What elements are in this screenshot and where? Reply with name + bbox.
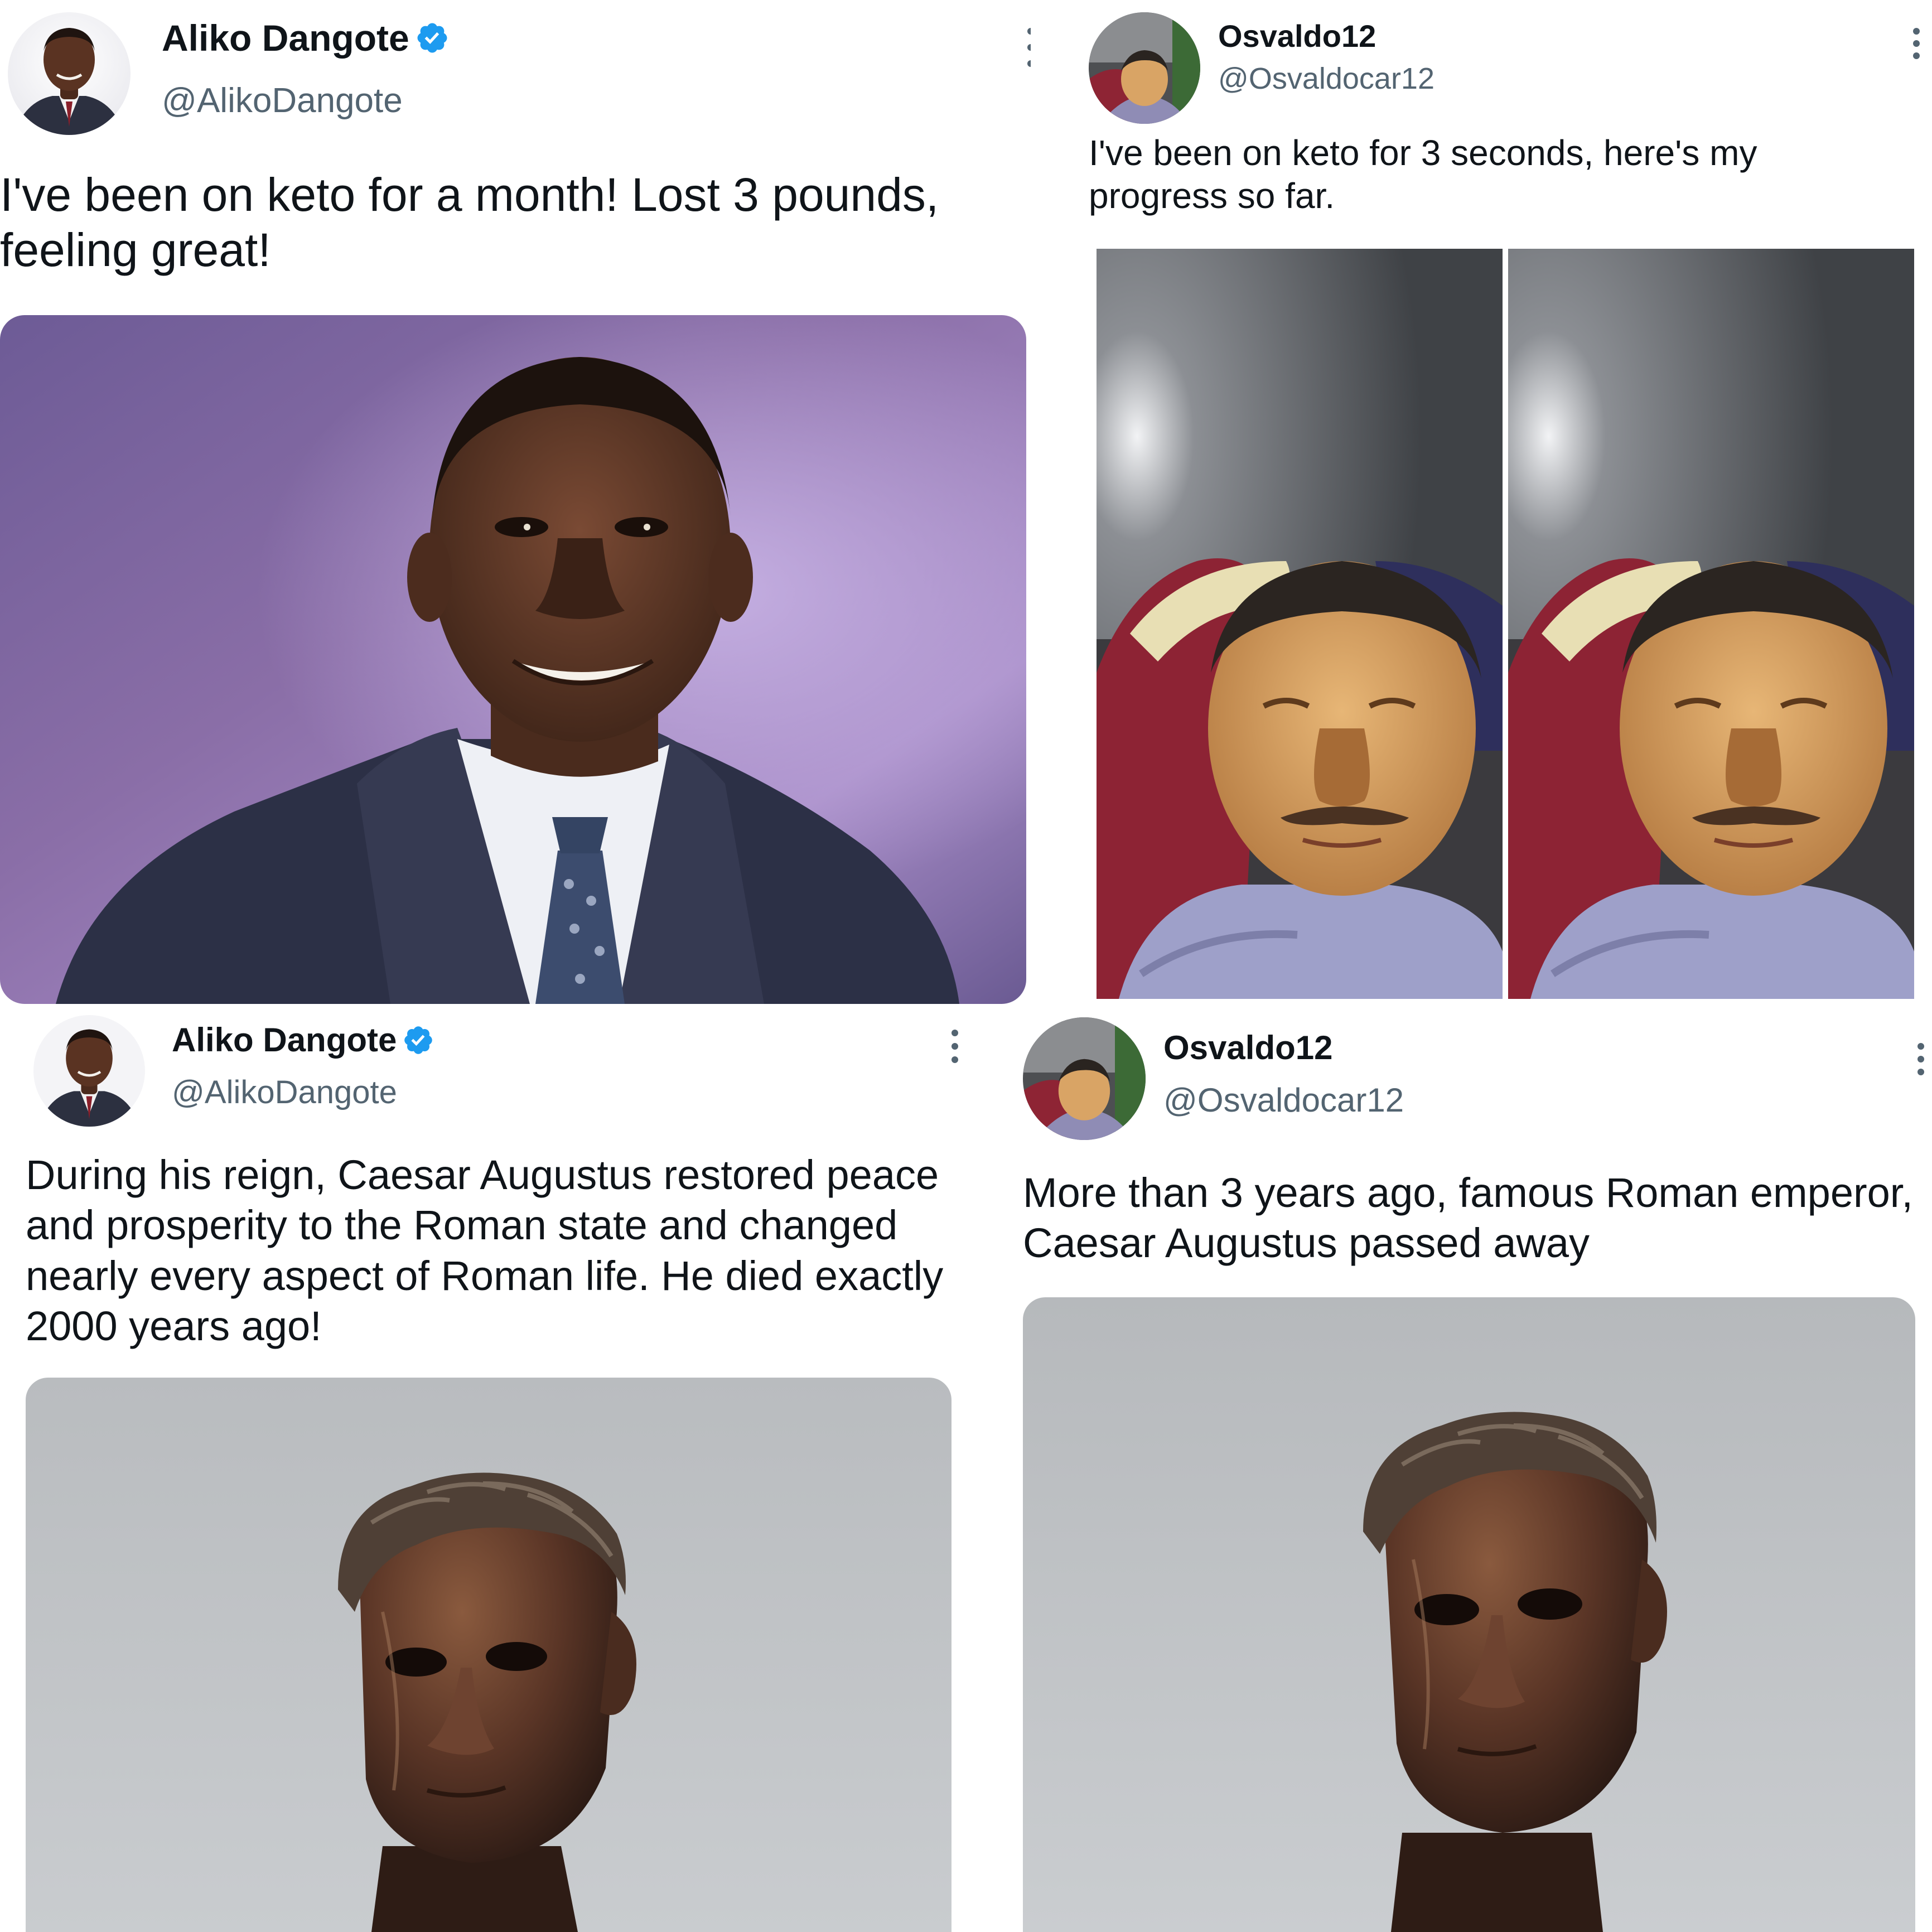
tweet-text: I've been on keto for a month! Lost 3 po… xyxy=(0,168,939,277)
tweet-media[interactable] xyxy=(1023,1297,1915,1932)
verified-badge-icon xyxy=(417,23,447,53)
tweet-text: During his reign, Caesar Augustus restor… xyxy=(26,1152,944,1349)
osvaldo-avatar[interactable] xyxy=(1089,12,1200,124)
author-name[interactable]: Aliko Dangote xyxy=(172,1021,434,1059)
author-handle[interactable]: @AlikoDangote xyxy=(162,81,403,120)
author-handle[interactable]: @Osvaldocar12 xyxy=(1218,61,1434,96)
author-handle[interactable]: @Osvaldocar12 xyxy=(1163,1081,1404,1119)
aliko-avatar[interactable] xyxy=(8,12,131,135)
bronze-bust-photo xyxy=(1023,1297,1915,1932)
osvaldo-avatar[interactable] xyxy=(1023,1017,1146,1140)
selfie-photo-pair xyxy=(1097,249,1914,999)
profile-photo xyxy=(33,1015,145,1127)
profile-photo xyxy=(1089,12,1200,124)
more-options-icon[interactable] xyxy=(1915,1043,1926,1075)
profile-photo xyxy=(8,12,131,135)
tweet-aliko-augustus: Aliko Dangote @AlikoDangote During his r… xyxy=(0,1004,1022,1932)
author-name[interactable]: Osvaldo12 xyxy=(1163,1028,1333,1067)
tweet-media[interactable] xyxy=(0,315,1026,1004)
verified-badge-icon xyxy=(404,1026,433,1054)
tweet-osvaldo-keto: Osvaldo12 @Osvaldocar12 I've been on ket… xyxy=(1049,0,1932,1004)
person-photo-image xyxy=(0,315,1026,1004)
tweet-text: I've been on keto for 3 seconds, here's … xyxy=(1089,133,1757,216)
tweet-media[interactable] xyxy=(1097,249,1914,999)
aliko-avatar[interactable] xyxy=(33,1015,145,1127)
author-name[interactable]: Aliko Dangote xyxy=(162,17,450,59)
author-name-text: Aliko Dangote xyxy=(162,17,409,59)
author-name[interactable]: Osvaldo12 xyxy=(1218,18,1376,54)
tweet-text: More than 3 years ago, famous Roman empe… xyxy=(1023,1170,1913,1267)
more-options-icon[interactable] xyxy=(1911,28,1922,59)
profile-photo xyxy=(1023,1017,1146,1140)
author-handle[interactable]: @AlikoDangote xyxy=(172,1074,397,1111)
tweet-osvaldo-augustus: Osvaldo12 @Osvaldocar12 More than 3 year… xyxy=(1022,1004,1932,1932)
author-name-text: Aliko Dangote xyxy=(172,1021,397,1059)
more-options-icon[interactable] xyxy=(949,1030,960,1063)
tweet-aliko-keto: Aliko Dangote @AlikoDangote I've been on… xyxy=(0,0,1031,1004)
tweet-media[interactable] xyxy=(26,1378,951,1932)
bronze-bust-photo xyxy=(26,1378,951,1932)
more-options-icon[interactable] xyxy=(1025,28,1031,67)
